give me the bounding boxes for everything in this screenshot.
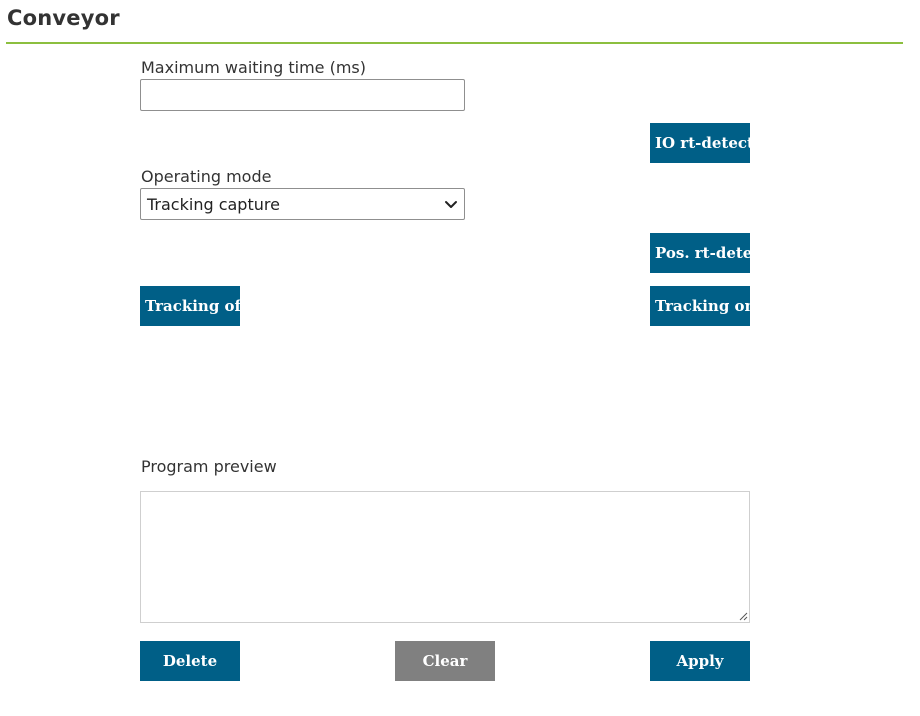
delete-button[interactable]: Delete [140, 641, 240, 681]
operating-mode-select[interactable]: Tracking capture [140, 188, 465, 220]
operating-mode-label: Operating mode [141, 167, 272, 186]
clear-button[interactable]: Clear [395, 641, 495, 681]
max-wait-label: Maximum waiting time (ms) [141, 58, 366, 77]
io-rt-detect-button[interactable]: IO rt-detect [650, 123, 750, 163]
title-divider [6, 42, 903, 44]
max-wait-input[interactable] [140, 79, 465, 111]
resize-grip-icon[interactable] [738, 611, 748, 621]
tracking-on-button[interactable]: Tracking on [650, 286, 750, 326]
operating-mode-value: Tracking capture [147, 195, 280, 214]
program-preview-textarea[interactable] [140, 491, 750, 623]
apply-button[interactable]: Apply [650, 641, 750, 681]
program-preview-label: Program preview [141, 457, 277, 476]
conveyor-page: Conveyor Maximum waiting time (ms) IO rt… [0, 0, 920, 716]
page-title: Conveyor [7, 6, 120, 30]
pos-rt-detect-button[interactable]: Pos. rt-detect [650, 233, 750, 273]
chevron-down-icon [445, 201, 457, 208]
tracking-off-button[interactable]: Tracking off [140, 286, 240, 326]
